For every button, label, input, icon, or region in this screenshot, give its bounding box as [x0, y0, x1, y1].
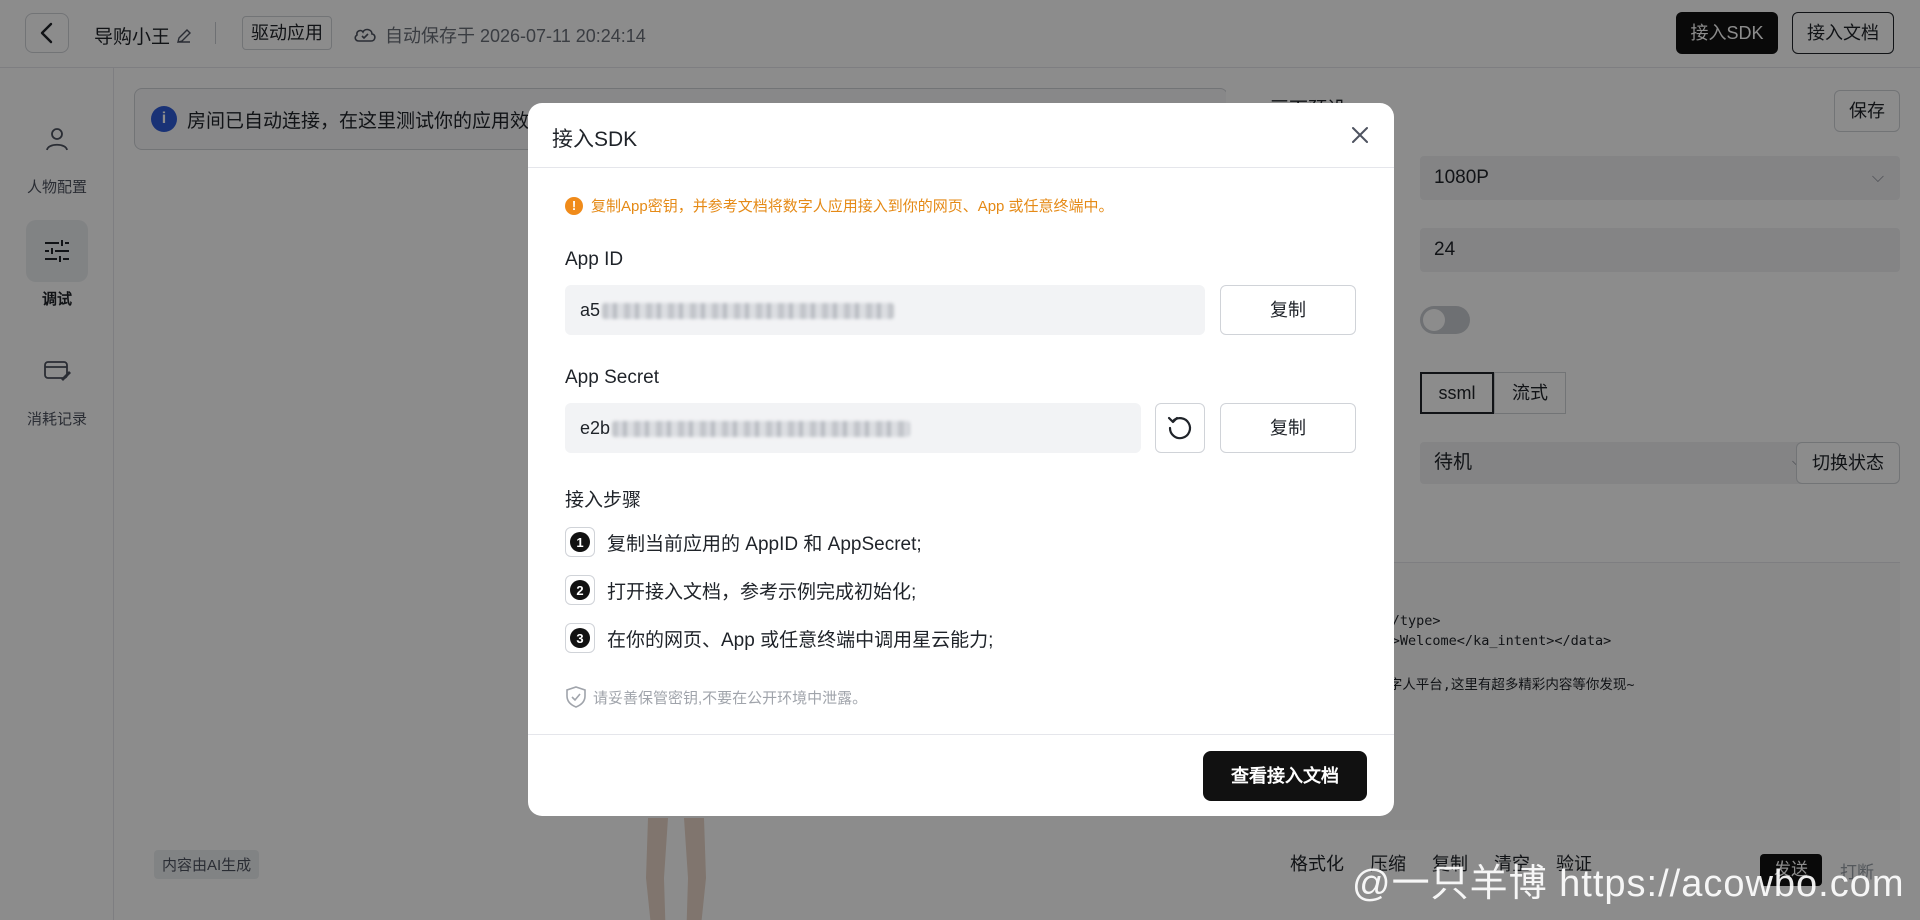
app-secret-field[interactable]: e2b — [565, 403, 1141, 453]
copy-app-secret-button[interactable]: 复制 — [1220, 403, 1356, 453]
app-id-value: a5 — [580, 300, 601, 320]
close-icon — [1352, 127, 1368, 143]
warning-icon: ! — [565, 196, 583, 215]
copy-app-id-button[interactable]: 复制 — [1220, 285, 1356, 335]
watermark: @一只羊博 https://acowbo.com — [1352, 863, 1905, 905]
app-id-field[interactable]: a5 — [565, 285, 1205, 335]
app-secret-label: App Secret — [565, 367, 659, 388]
app-secret-value: e2b — [580, 418, 611, 438]
modal-header: 接入SDK — [528, 103, 1394, 168]
step-number-3: 3 — [565, 623, 595, 653]
app-id-label: App ID — [565, 249, 624, 270]
step-number-1: 1 — [565, 527, 595, 557]
masked-app-secret — [612, 421, 911, 438]
close-button[interactable] — [1346, 121, 1374, 149]
steps-title: 接入步骤 — [565, 490, 642, 511]
sdk-modal: 接入SDK ! 复制App密钥，并参考文档将数字人应用接入到你的网页、App 或… — [528, 103, 1394, 816]
step-item: 1 复制当前应用的 AppID 和 AppSecret; — [565, 527, 922, 557]
refresh-icon — [1167, 416, 1192, 440]
security-notice: 请妥善保管密钥,不要在公开环境中泄露。 — [565, 685, 867, 709]
step-number-2: 2 — [565, 575, 595, 605]
step-text: 复制当前应用的 AppID 和 AppSecret; — [607, 533, 922, 555]
warning-message: ! 复制App密钥，并参考文档将数字人应用接入到你的网页、App 或任意终端中。 — [565, 195, 1114, 216]
warning-text: 复制App密钥，并参考文档将数字人应用接入到你的网页、App 或任意终端中。 — [591, 198, 1114, 215]
step-text: 打开接入文档，参考示例完成初始化; — [607, 581, 917, 603]
view-docs-button[interactable]: 查看接入文档 — [1203, 751, 1367, 801]
shield-check-icon — [566, 686, 586, 708]
security-notice-text: 请妥善保管密钥,不要在公开环境中泄露。 — [593, 689, 868, 707]
step-item: 2 打开接入文档，参考示例完成初始化; — [565, 575, 916, 605]
masked-app-id — [602, 303, 895, 320]
modal-title: 接入SDK — [552, 128, 638, 151]
step-text: 在你的网页、App 或任意终端中调用星云能力; — [607, 629, 994, 651]
refresh-secret-button[interactable] — [1155, 403, 1205, 453]
step-item: 3 在你的网页、App 或任意终端中调用星云能力; — [565, 623, 993, 653]
